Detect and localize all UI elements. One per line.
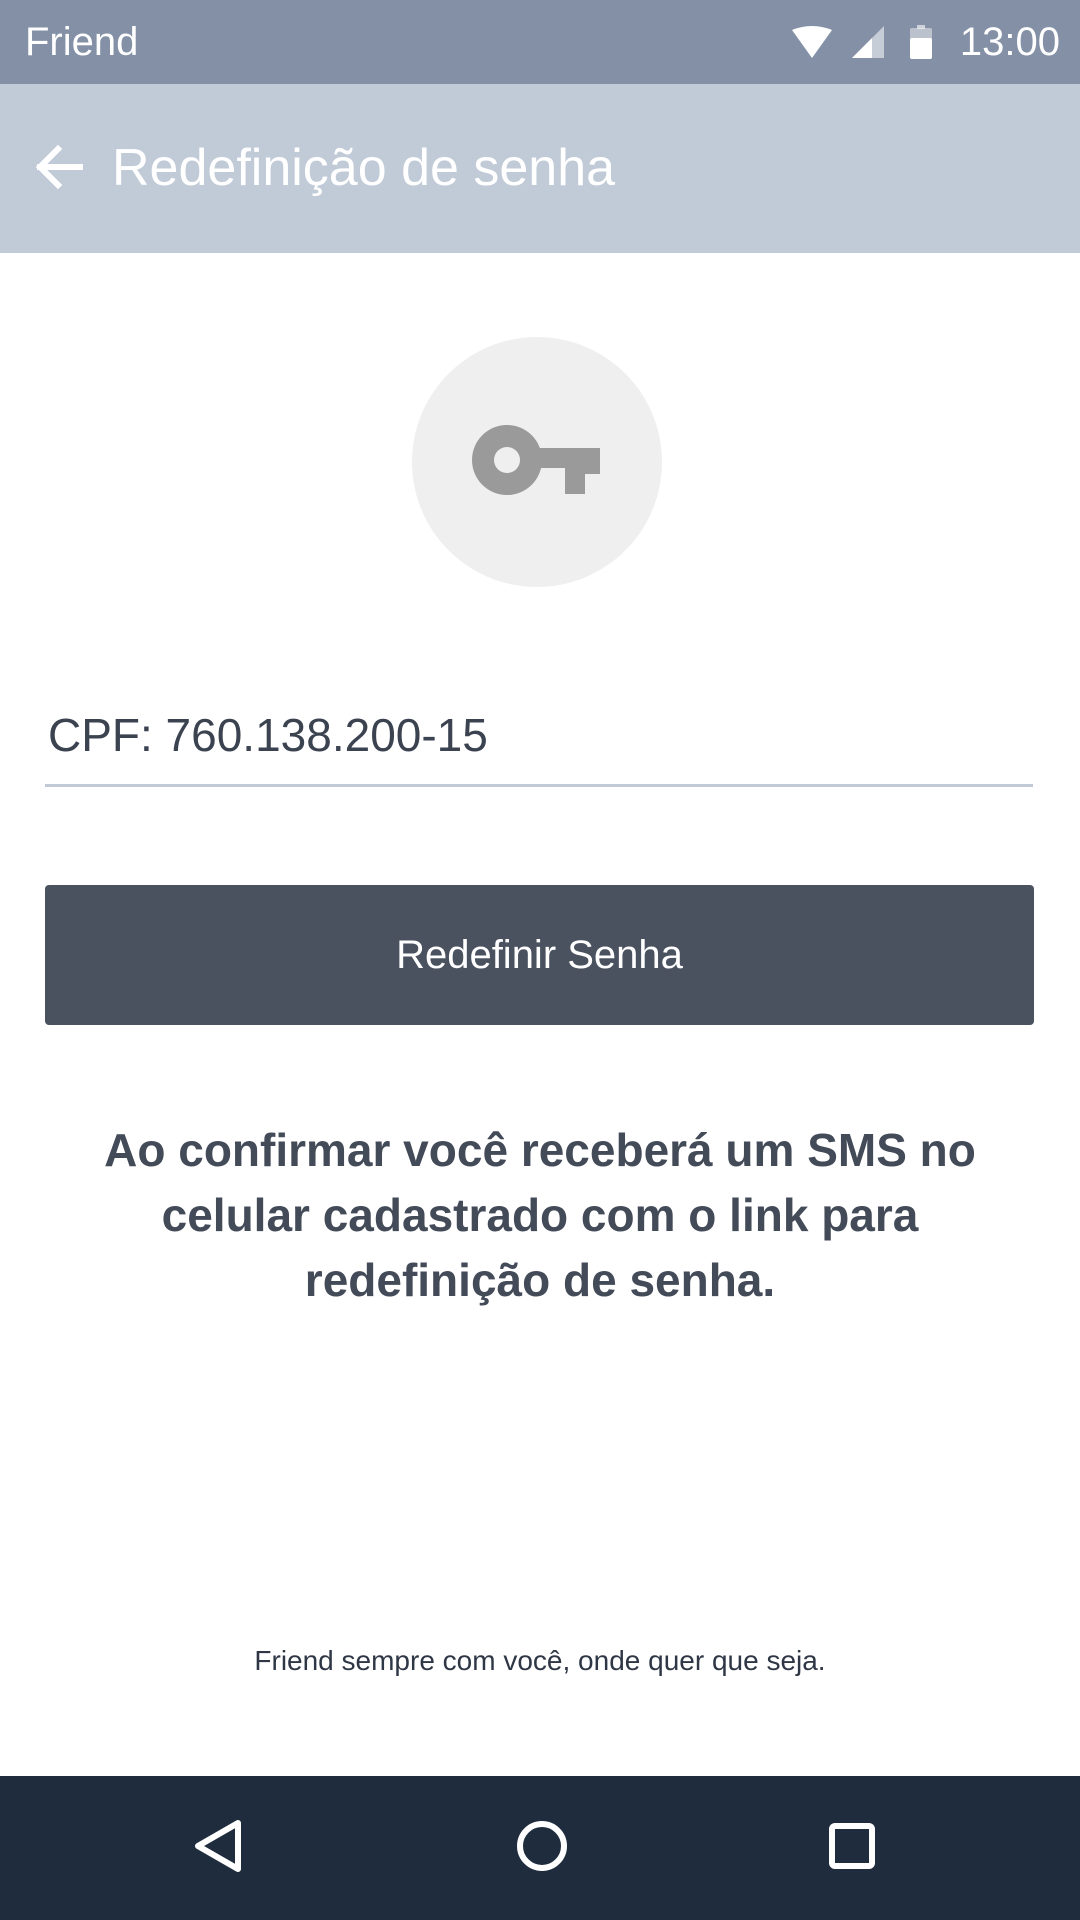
status-bar: Friend 13:00 bbox=[0, 0, 1080, 84]
app-bar: Redefinição de senha bbox=[0, 84, 1080, 253]
key-icon-badge bbox=[412, 337, 662, 587]
back-triangle-icon bbox=[192, 1819, 244, 1878]
arrow-back-icon bbox=[35, 144, 84, 194]
page-title: Redefinição de senha bbox=[112, 139, 616, 197]
footer-tagline: Friend sempre com você, onde quer que se… bbox=[254, 1645, 826, 1676]
recents-square-icon bbox=[828, 1822, 876, 1875]
home-circle-icon bbox=[516, 1820, 568, 1877]
cell-signal-icon bbox=[851, 26, 884, 58]
system-nav-bar bbox=[0, 1776, 1080, 1920]
cpf-value: CPF: 760.138.200-15 bbox=[48, 709, 488, 761]
reset-password-button[interactable]: Redefinir Senha bbox=[45, 885, 1034, 1025]
carrier-name: Friend bbox=[25, 20, 139, 64]
password-reset-screen: Friend 13:00 Redefinição de senha CPF: 7… bbox=[0, 0, 1080, 1920]
info-message: Ao confirmar você receberá um SMS no cel… bbox=[104, 1124, 976, 1306]
key-icon bbox=[472, 424, 602, 501]
nav-home-button[interactable] bbox=[492, 1798, 592, 1898]
cpf-field[interactable]: CPF: 760.138.200-15 bbox=[45, 690, 1033, 787]
status-time: 13:00 bbox=[959, 19, 1060, 64]
back-button[interactable] bbox=[14, 124, 104, 214]
wifi-icon bbox=[791, 26, 832, 58]
battery-icon bbox=[909, 25, 932, 59]
nav-back-button[interactable] bbox=[168, 1798, 268, 1898]
nav-recents-button[interactable] bbox=[802, 1798, 902, 1898]
status-icons: 13:00 bbox=[791, 0, 1060, 84]
